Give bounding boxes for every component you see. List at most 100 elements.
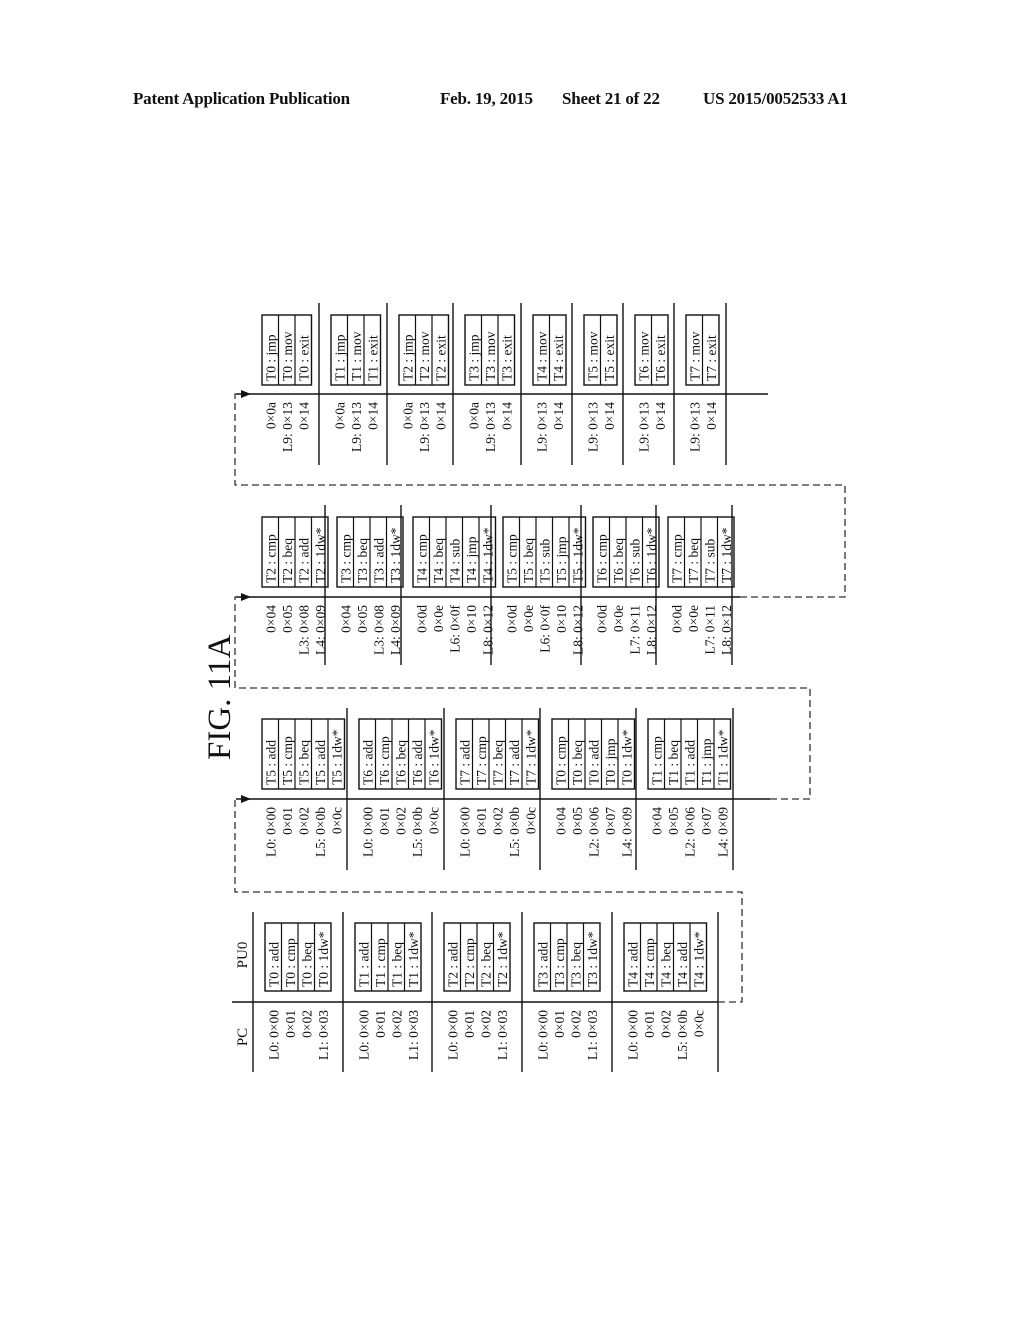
thread-group: T6 : cmp T6 : beq T6 : sub T6 : 1dw* 0×0d 0×0… xyxy=(592,516,660,655)
thread-group: T7 : cmp T7 : beq T7 : sub T7 : 1dw* 0×0d 0×0… xyxy=(667,516,735,655)
instruction-entry: T7 : 1dw* xyxy=(719,527,734,583)
pc-entry: 0×14 xyxy=(653,402,668,430)
pc-entry: L0: 0×00 xyxy=(625,1010,640,1060)
pc-entry: 0×01 xyxy=(552,1010,567,1038)
pc-entry: 0×04 xyxy=(649,807,664,835)
pc-entry: L9: 0×13 xyxy=(417,402,432,452)
instruction-entry: T4 : exit xyxy=(551,335,566,381)
pc-entry: 0×04 xyxy=(553,807,568,835)
pc-entry: 0×02 xyxy=(296,807,311,835)
instruction-entry: T2 : jmp xyxy=(400,334,415,381)
pc-entry: L0: 0×00 xyxy=(445,1010,460,1060)
instruction-entry: T0 : add xyxy=(266,942,281,987)
instruction-entry: T4 : 1dw* xyxy=(480,527,495,583)
instruction-entry: T3 : 1dw* xyxy=(585,931,600,987)
pc-entry: 0×14 xyxy=(602,402,617,430)
pc-entry: L8: 0×12 xyxy=(480,605,495,655)
pc-entry: 0×14 xyxy=(433,402,448,430)
pc-entry: 0×0a xyxy=(263,402,278,429)
instruction-entry: T4 : add xyxy=(675,942,690,987)
pc-entry: 0×0e xyxy=(686,605,701,632)
pc-entry: 0×0c xyxy=(691,1010,706,1037)
pc-entry: L5: 0×0b xyxy=(313,807,328,857)
pc-entry: 0×01 xyxy=(373,1010,388,1038)
pc-entry: 0×0e xyxy=(611,605,626,632)
thread-group: T6 : mov T6 : exit L9: 0×13 0×14 xyxy=(634,314,669,452)
instruction-entry: T1 : beq xyxy=(389,942,404,987)
instruction-entry: T6 : cmp xyxy=(377,736,392,785)
thread-group: T7 : add T7 : cmp T7 : beq T7 : add T7 : 1dw… xyxy=(455,718,540,857)
pc-entry: L4: 0×09 xyxy=(619,807,634,857)
instruction-entry: T5 : beq xyxy=(296,740,311,785)
pc-entry: L0: 0×00 xyxy=(356,1010,371,1060)
instruction-entry: T0 : cmp xyxy=(283,938,298,987)
pc-entry: 0×0e xyxy=(431,605,446,632)
pc-entry: 0×05 xyxy=(666,807,681,835)
instruction-entry: T1 : beq xyxy=(666,740,681,785)
pc-entry: 0×10 xyxy=(464,605,479,633)
instruction-entry: T0 : jmp xyxy=(603,738,618,785)
pc-entry: L7: 0×11 xyxy=(627,605,642,655)
pc-entry: 0×02 xyxy=(393,807,408,835)
pc-entry: 0×01 xyxy=(377,807,392,835)
pc-entry: L0: 0×00 xyxy=(266,1010,281,1060)
pc-entry: L0: 0×00 xyxy=(263,807,278,857)
instruction-entry: T2 : add xyxy=(296,538,311,583)
pc-entry: L1: 0×03 xyxy=(406,1010,421,1060)
thread-group: T0 : jmp T0 : mov T0 : exit 0×0a L9: 0×13 0×1… xyxy=(261,314,313,452)
instruction-entry: T2 : beq xyxy=(280,538,295,583)
instruction-entry: T7 : beq xyxy=(490,740,505,785)
thread-group: T5 : add T5 : cmp T5 : beq T5 : add T5 : 1dw… xyxy=(261,718,346,857)
pc-entry: 0×0c xyxy=(426,807,441,834)
instruction-entry: T3 : cmp xyxy=(338,534,353,583)
instruction-entry: T3 : jmp xyxy=(466,334,481,381)
pc-entry: 0×01 xyxy=(283,1010,298,1038)
instruction-entry: T4 : jmp xyxy=(464,536,479,583)
pc-entry: L4: 0×09 xyxy=(388,605,403,655)
instruction-entry: T4 : add xyxy=(625,942,640,987)
pc-entry: L4: 0×09 xyxy=(313,605,328,655)
thread-group: T0 : cmp T0 : beq T0 : add T0 : jmp T0 : 1dw… xyxy=(551,718,636,857)
pc-entry: 0×0c xyxy=(329,807,344,834)
instruction-entry: T5 : beq xyxy=(521,538,536,583)
thread-group: T2 : cmp T2 : beq T2 : add T2 : 1dw* 0×04 0×0… xyxy=(261,516,329,655)
instruction-entry: T6 : mov xyxy=(636,331,651,381)
instruction-entry: T7 : add xyxy=(507,740,522,785)
pc-entry: L1: 0×03 xyxy=(316,1010,331,1060)
stage-4: T0 : jmp T0 : mov T0 : exit0×0a L9: 0×13 0×1… xyxy=(236,303,768,465)
instruction-entry: T0 : beq xyxy=(299,942,314,987)
pc-entry: L4: 0×09 xyxy=(715,807,730,857)
pc-entry: 0×0a xyxy=(332,402,347,429)
pc-entry: 0×0d xyxy=(594,605,609,633)
pc-entry: 0×05 xyxy=(280,605,295,633)
instruction-entry: T6 : beq xyxy=(393,740,408,785)
thread-group: T4 : mov T4 : exit L9: 0×13 0×14 xyxy=(532,314,567,452)
instruction-entry: T6 : exit xyxy=(653,335,668,381)
instruction-entry: T5 : cmp xyxy=(504,534,519,583)
instruction-entry: T7 : cmp xyxy=(669,534,684,583)
thread-group: T1 : jmp T1 : mov T1 : exit 0×0a L9: 0×13 0×1… xyxy=(330,314,382,452)
instruction-entry: T4 : cmp xyxy=(642,938,657,987)
instruction-entry: T5 : jmp xyxy=(554,536,569,583)
pc-entry: 0×05 xyxy=(355,605,370,633)
instruction-entry: T0 : cmp xyxy=(553,736,568,785)
pc-entry: 0×0d xyxy=(669,605,684,633)
thread-group: T6 : add T6 : cmp T6 : beq T6 : add T6 : 1dw… xyxy=(358,718,443,857)
instruction-entry: T4 : cmp xyxy=(414,534,429,583)
instruction-entry: T3 : 1dw* xyxy=(388,527,403,583)
instruction-entry: T6 : beq xyxy=(611,538,626,583)
pc-entry: 0×14 xyxy=(365,402,380,430)
instruction-entry: T5 : sub xyxy=(537,538,552,583)
instruction-entry: T0 : 1dw* xyxy=(619,729,634,785)
thread-group: T5 : mov T5 : exit L9: 0×13 0×14 xyxy=(583,314,618,452)
pc-entry: L9: 0×13 xyxy=(687,402,702,452)
pc-entry: L9: 0×13 xyxy=(280,402,295,452)
pu-column-header: PU0 xyxy=(235,942,251,969)
pc-entry: 0×0d xyxy=(504,605,519,633)
instruction-entry: T0 : exit xyxy=(296,335,311,381)
pc-entry: L6: 0×0f xyxy=(447,604,462,652)
pc-entry: 0×01 xyxy=(280,807,295,835)
pc-entry: L9: 0×13 xyxy=(636,402,651,452)
pc-entry: 0×02 xyxy=(299,1010,314,1038)
pc-entry: 0×02 xyxy=(658,1010,673,1038)
